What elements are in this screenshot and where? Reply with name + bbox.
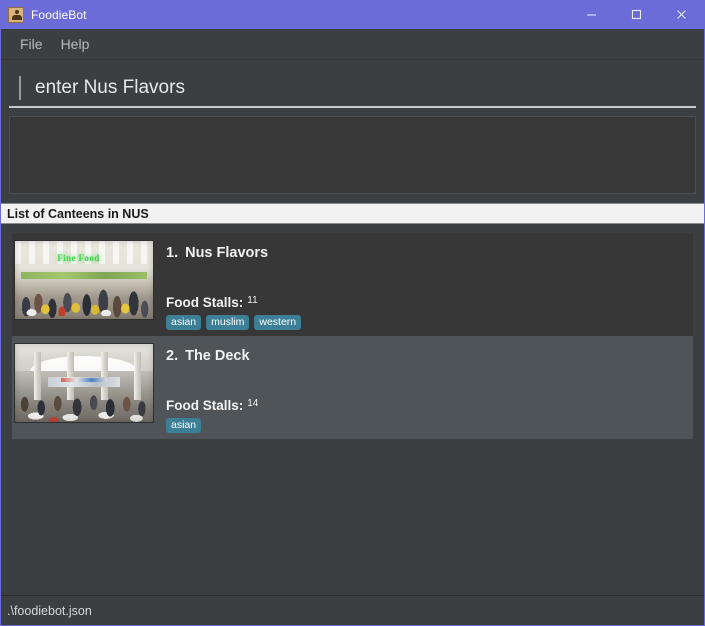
maximize-icon[interactable] xyxy=(614,0,659,29)
cuisine-tag[interactable]: western xyxy=(254,314,302,330)
search-input[interactable]: enter Nus Flavors xyxy=(9,70,696,108)
cuisine-tag[interactable]: asian xyxy=(166,314,202,330)
text-caret xyxy=(19,76,21,100)
output-textarea[interactable] xyxy=(9,116,696,194)
food-stalls-line: Food Stalls: 14 xyxy=(166,399,693,413)
canteen-thumbnail-image xyxy=(14,343,154,423)
cuisine-tags: asian muslim western xyxy=(166,314,693,330)
food-stalls-count: 14 xyxy=(247,398,259,409)
canteen-title: 2. The Deck xyxy=(166,348,693,364)
menu-bar: File Help xyxy=(1,29,704,60)
search-input-value: enter Nus Flavors xyxy=(35,77,185,98)
window-controls xyxy=(569,0,704,29)
window-title: FoodieBot xyxy=(31,7,87,22)
canteen-name: Nus Flavors xyxy=(185,245,269,261)
status-bar: .\foodiebot.json xyxy=(1,595,704,625)
food-stalls-count: 11 xyxy=(247,295,258,306)
section-header: List of Canteens in NUS xyxy=(1,203,704,224)
app-icon xyxy=(8,6,24,23)
output-area-wrap xyxy=(1,108,704,194)
canteen-thumbnail-image: Fine Food xyxy=(14,240,154,320)
status-bar-text: .\foodiebot.json xyxy=(7,603,92,618)
canteen-title: 1. Nus Flavors xyxy=(166,245,693,261)
canteen-index: 2. xyxy=(166,348,179,364)
search-area: enter Nus Flavors xyxy=(1,60,704,108)
list-item[interactable]: 2. The Deck Food Stalls: 14 asian xyxy=(12,336,693,439)
canteen-name: The Deck xyxy=(185,348,250,364)
food-stalls-label: Food Stalls: xyxy=(166,398,244,413)
cuisine-tag[interactable]: asian xyxy=(166,417,202,433)
cuisine-tags: asian xyxy=(166,417,693,433)
title-bar: FoodieBot xyxy=(1,0,704,29)
food-stalls-label: Food Stalls: xyxy=(166,295,244,310)
menu-item-file[interactable]: File xyxy=(11,33,52,55)
cuisine-tag[interactable]: muslim xyxy=(206,314,250,330)
foodiebot-window: FoodieBot File Help enter Nus Flavors Li… xyxy=(0,0,705,626)
canteen-index: 1. xyxy=(166,245,179,261)
list-item[interactable]: Fine Food 1. Nus Flavors Food Stalls: 11 a… xyxy=(12,233,693,336)
close-icon[interactable] xyxy=(659,0,704,29)
canteen-list: Fine Food 1. Nus Flavors Food Stalls: 11 a… xyxy=(1,224,704,595)
menu-item-help[interactable]: Help xyxy=(52,33,99,55)
list-item-body: 2. The Deck Food Stalls: 14 asian xyxy=(166,342,693,433)
food-stalls-line: Food Stalls: 11 xyxy=(166,296,693,310)
list-item-body: 1. Nus Flavors Food Stalls: 11 asian musli… xyxy=(166,239,693,330)
minimize-icon[interactable] xyxy=(569,0,614,29)
